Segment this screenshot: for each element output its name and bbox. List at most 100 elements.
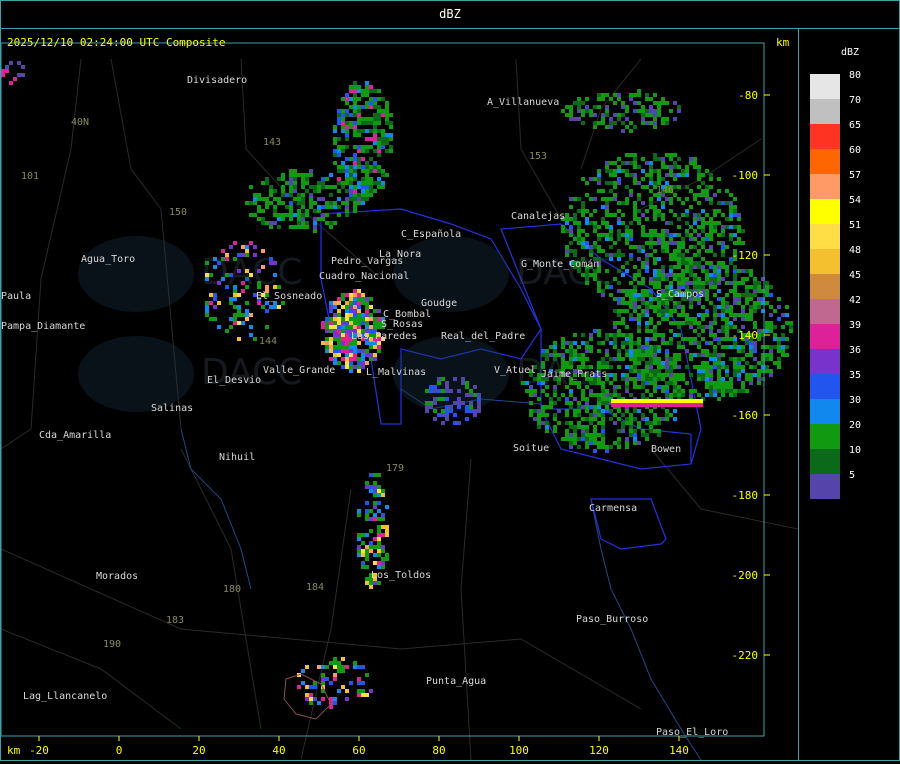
echo-pixel xyxy=(633,293,637,297)
city-label: C_Española xyxy=(401,229,461,240)
echo-pixel xyxy=(381,141,385,145)
echo-pixel xyxy=(357,113,361,117)
echo-pixel xyxy=(369,89,373,93)
echo-pixel xyxy=(657,385,661,389)
echo-pixel xyxy=(265,221,269,225)
echo-pixel xyxy=(717,385,721,389)
echo-pixel xyxy=(461,377,465,381)
echo-pixel xyxy=(789,329,793,333)
x-tick-label: 100 xyxy=(509,744,529,757)
echo-pixel xyxy=(685,213,689,217)
echo-pixel xyxy=(625,261,629,265)
echo-pixel xyxy=(293,225,297,229)
echo-pixel xyxy=(585,109,589,113)
echo-pixel xyxy=(585,441,589,445)
echo-pixel xyxy=(649,369,653,373)
echo-pixel xyxy=(753,293,757,297)
echo-pixel xyxy=(601,117,605,121)
echo-pixel xyxy=(737,361,741,365)
echo-pixel xyxy=(245,313,249,317)
echo-pixel xyxy=(353,173,357,177)
echo-pixel xyxy=(653,249,657,253)
city-label: G_Monte_Comán xyxy=(521,258,599,270)
echo-pixel xyxy=(617,165,621,169)
echo-pixel xyxy=(365,309,369,313)
echo-pixel xyxy=(661,365,665,369)
echo-pixel xyxy=(265,201,269,205)
echo-pixel xyxy=(557,421,561,425)
echo-pixel xyxy=(673,385,677,389)
echo-pixel xyxy=(677,261,681,265)
echo-pixel xyxy=(205,277,209,281)
echo-pixel xyxy=(721,337,725,341)
route-label: 180 xyxy=(223,584,241,595)
echo-pixel xyxy=(677,365,681,369)
echo-pixel xyxy=(373,133,377,137)
echo-pixel xyxy=(709,353,713,357)
echo-pixel xyxy=(701,217,705,221)
legend-swatch xyxy=(810,374,840,399)
echo-pixel xyxy=(713,225,717,229)
echo-pixel xyxy=(337,145,341,149)
city-label: Valle_Grande xyxy=(263,365,335,376)
echo-pixel xyxy=(673,301,677,305)
echo-pixel xyxy=(273,189,277,193)
echo-pixel xyxy=(253,201,257,205)
echo-pixel xyxy=(637,93,641,97)
echo-pixel xyxy=(765,301,769,305)
echo-pixel xyxy=(229,301,233,305)
echo-pixel xyxy=(645,329,649,333)
echo-pixel xyxy=(737,281,741,285)
echo-pixel xyxy=(465,385,469,389)
echo-pixel xyxy=(381,133,385,137)
radar-map[interactable]: DACC DACC DACC DACC DivisaderoA_Villanue… xyxy=(0,29,799,761)
echo-pixel xyxy=(525,381,529,385)
echo-pixel xyxy=(365,313,369,317)
echo-pixel xyxy=(653,325,657,329)
echo-pixel xyxy=(709,277,713,281)
echo-pixel xyxy=(705,233,709,237)
echo-pixel xyxy=(361,129,365,133)
echo-pixel xyxy=(441,409,445,413)
echo-pixel xyxy=(573,117,577,121)
echo-pixel xyxy=(357,357,361,361)
echo-pixel xyxy=(741,349,745,353)
echo-pixel xyxy=(609,229,613,233)
echo-pixel xyxy=(721,365,725,369)
echo-pixel xyxy=(679,399,683,403)
y-tick-label: -80 xyxy=(738,89,758,102)
echo-pixel xyxy=(665,353,669,357)
echo-pixel xyxy=(693,245,697,249)
echo-pixel xyxy=(565,437,569,441)
echo-pixel xyxy=(441,377,445,381)
echo-pixel xyxy=(585,97,589,101)
echo-pixel xyxy=(357,197,361,201)
echo-pixel xyxy=(685,229,689,233)
echo-pixel xyxy=(357,201,361,205)
echo-pixel xyxy=(617,157,621,161)
echo-pixel xyxy=(619,403,623,407)
echo-pixel xyxy=(625,293,629,297)
echo-pixel xyxy=(233,285,237,289)
echo-pixel xyxy=(369,97,373,101)
city-label: Jaime_Prats xyxy=(541,369,607,380)
echo-pixel xyxy=(733,317,737,321)
echo-pixel xyxy=(673,377,677,381)
echo-pixel xyxy=(341,161,345,165)
radar-map-panel[interactable]: DACC DACC DACC DACC Divisadero A_Villanue… xyxy=(0,28,799,761)
echo-pixel xyxy=(617,233,621,237)
echo-pixel xyxy=(289,181,293,185)
echo-pixel xyxy=(701,173,705,177)
echo-pixel xyxy=(377,533,381,537)
echo-pixel xyxy=(729,193,733,197)
echo-pixel xyxy=(245,317,249,321)
echo-pixel xyxy=(645,341,649,345)
echo-pixel xyxy=(453,421,457,425)
echo-pixel xyxy=(601,417,605,421)
route-label: 183 xyxy=(166,615,184,626)
echo-pixel xyxy=(683,403,687,407)
echo-pixel xyxy=(357,109,361,113)
echo-pixel xyxy=(341,305,345,309)
echo-pixel xyxy=(593,197,597,201)
echo-pixel xyxy=(325,341,329,345)
